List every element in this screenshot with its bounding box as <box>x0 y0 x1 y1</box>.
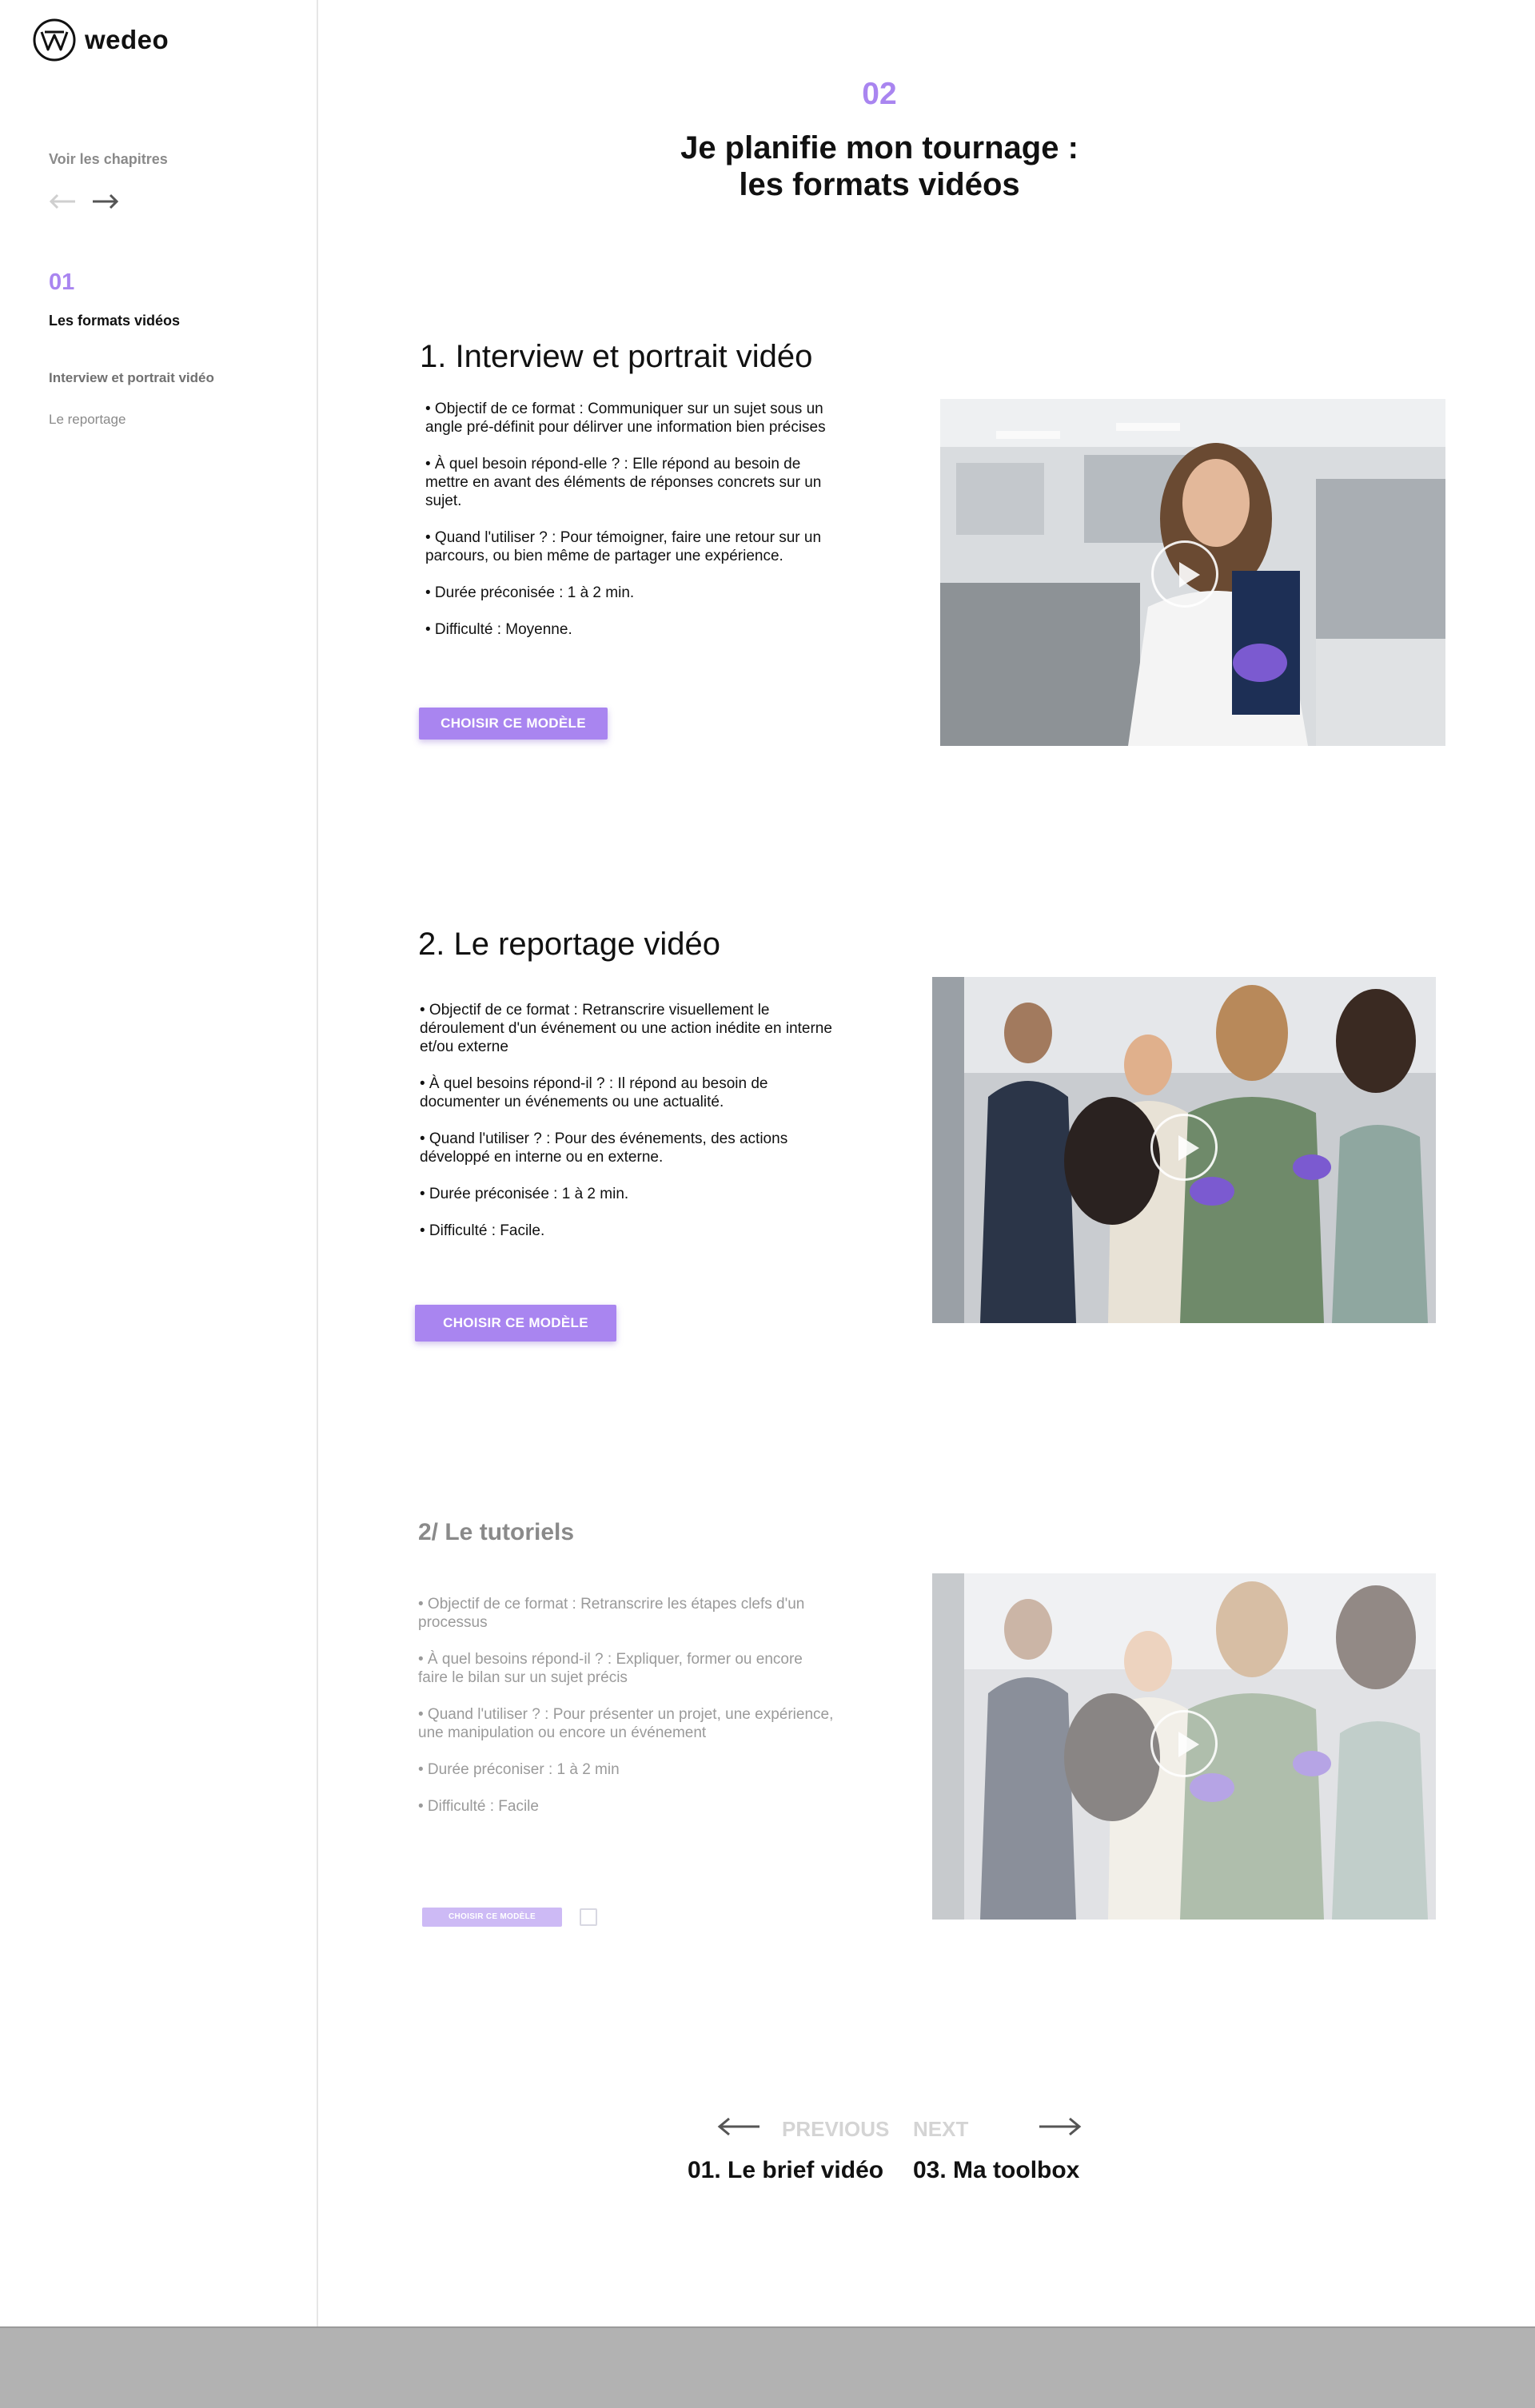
arrow-left-icon[interactable] <box>48 192 77 211</box>
select-checkbox[interactable] <box>580 1908 597 1926</box>
sidebar-item-interview[interactable]: Interview et portrait vidéo <box>49 370 214 386</box>
arrow-right-icon[interactable] <box>91 192 120 211</box>
bullet-when: • Quand l'utiliser ? : Pour des événemen… <box>420 1130 788 1166</box>
section-title: 2/ Le tutoriels <box>418 1519 575 1545</box>
play-icon[interactable] <box>1151 540 1218 608</box>
arrow-left-icon[interactable] <box>716 2116 761 2137</box>
bullet-difficulty: • Difficulté : Facile <box>418 1798 539 1815</box>
section-bullets: • Objectif de ce format : Communiquer su… <box>425 400 841 657</box>
bullet-duration: • Durée préconiser : 1 à 2 min <box>418 1761 620 1778</box>
chapter-pagination: PREVIOUS NEXT 01. Le brief vidéo 03. Ma … <box>688 2111 1103 2191</box>
bullet-need: • À quel besoins répond-il ? : Il répond… <box>420 1075 768 1110</box>
wedeo-logo-icon <box>33 18 76 62</box>
video-thumbnail[interactable] <box>932 1573 1436 1920</box>
brand-name: wedeo <box>85 25 169 54</box>
section-title: 1. Interview et portrait vidéo <box>420 339 813 374</box>
bullet-need: • À quel besoins répond-il ? : Expliquer… <box>418 1651 803 1686</box>
previous-label[interactable]: PREVIOUS <box>782 2117 889 2142</box>
bullet-objective: • Objectif de ce format : Retranscrire l… <box>418 1596 805 1631</box>
bullet-difficulty: • Difficulté : Facile. <box>420 1222 545 1239</box>
bullet-duration: • Durée préconisée : 1 à 2 min. <box>420 1186 629 1202</box>
arrow-right-icon[interactable] <box>1038 2116 1082 2137</box>
chapter-arrows <box>48 192 120 211</box>
sidebar: wedeo Voir les chapitres 01 Les formats … <box>0 0 318 2326</box>
play-icon[interactable] <box>1150 1114 1218 1181</box>
previous-chapter-link[interactable]: 01. Le brief vidéo <box>688 2157 883 2184</box>
section-title: 2. Le reportage vidéo <box>418 927 721 962</box>
choose-model-button[interactable]: CHOISIR CE MODÈLE <box>419 708 608 740</box>
sidebar-item-reportage[interactable]: Le reportage <box>49 412 126 428</box>
page-title-line2: les formats vidéos <box>739 167 1020 202</box>
sidebar-current-chapter[interactable]: Les formats vidéos <box>49 313 180 329</box>
chapters-label[interactable]: Voir les chapitres <box>49 151 168 168</box>
choose-model-button[interactable]: CHOISIR CE MODÈLE <box>422 1908 562 1927</box>
section-bullets: • Objectif de ce format : Retranscrire v… <box>420 1001 835 1258</box>
bullet-objective: • Objectif de ce format : Retranscrire v… <box>420 1002 832 1055</box>
bullet-objective: • Objectif de ce format : Communiquer su… <box>425 401 826 436</box>
bullet-need: • À quel besoin répond-elle ? : Elle rép… <box>425 456 822 509</box>
video-thumbnail[interactable] <box>940 399 1445 746</box>
bullet-duration: • Durée préconisée : 1 à 2 min. <box>425 584 635 601</box>
video-thumbnail[interactable] <box>932 977 1436 1323</box>
play-icon[interactable] <box>1150 1710 1218 1777</box>
footer-bar <box>0 2326 1535 2408</box>
brand-logo[interactable]: wedeo <box>32 18 169 62</box>
chapter-number: 02 <box>862 77 897 111</box>
next-label[interactable]: NEXT <box>913 2117 968 2142</box>
next-chapter-link[interactable]: 03. Ma toolbox <box>913 2157 1079 2184</box>
section-bullets: • Objectif de ce format : Retranscrire l… <box>418 1595 834 1834</box>
choose-model-button[interactable]: CHOISIR CE MODÈLE <box>415 1305 616 1342</box>
bullet-when: • Quand l'utiliser ? : Pour présenter un… <box>418 1706 834 1741</box>
page-title: Je planifie mon tournage : les formats v… <box>560 130 1199 203</box>
page-title-line1: Je planifie mon tournage : <box>680 130 1078 165</box>
bullet-when: • Quand l'utiliser ? : Pour témoigner, f… <box>425 529 822 564</box>
bullet-difficulty: • Difficulté : Moyenne. <box>425 621 572 638</box>
sidebar-chapter-number: 01 <box>49 269 75 295</box>
